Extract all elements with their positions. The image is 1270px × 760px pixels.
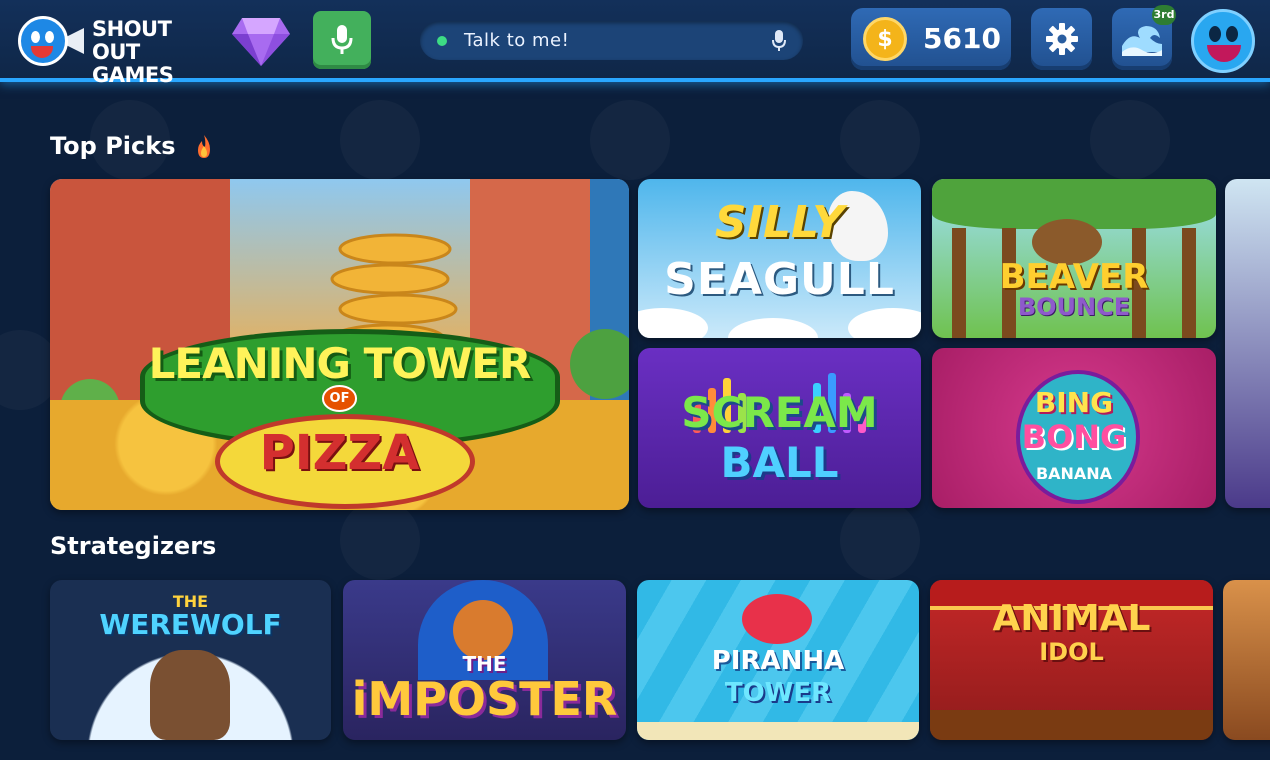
game-title-line3: BANANA: [1035, 464, 1113, 483]
game-title: SCREAM: [681, 388, 878, 437]
game-title: PIRANHA: [711, 646, 845, 676]
game-title-line2: WEREWOLF: [99, 608, 282, 641]
game-title: ANIMAL: [992, 598, 1151, 639]
flame-icon: [197, 135, 210, 158]
game-title-line2: BALL: [720, 438, 839, 487]
game-title-of: OF: [50, 385, 629, 412]
microphone-icon: [771, 29, 787, 57]
game-card-animal-idol[interactable]: ANIMAL IDOL: [930, 580, 1213, 740]
game-title-line2: BONG: [1021, 418, 1127, 456]
coin-balance[interactable]: $ 5610: [851, 8, 1011, 70]
wave-icon: [1122, 26, 1162, 56]
game-card-bing-bong-banana[interactable]: BING BONG BANANA: [932, 348, 1216, 508]
game-card-partial[interactable]: [1223, 580, 1270, 740]
listening-indicator: [437, 36, 447, 46]
game-card-partial[interactable]: [1225, 179, 1270, 508]
settings-button[interactable]: [1031, 8, 1092, 70]
section-title-top-picks: Top Picks: [50, 132, 214, 160]
coin-icon: $: [863, 17, 907, 61]
game-card-the-imposter[interactable]: THE iMPOSTER: [343, 580, 626, 740]
game-title: BING: [1034, 386, 1114, 419]
game-title-line2: BOUNCE: [1017, 293, 1131, 321]
top-bar: SHOUT OUT GAMES Talk to me! $ 5610 3rd: [0, 0, 1270, 87]
microphone-icon: [331, 25, 353, 54]
game-title-pizza: PIZZA: [259, 425, 420, 481]
game-title: BEAVER: [999, 257, 1149, 297]
rank-badge: 3rd: [1152, 5, 1176, 25]
game-title-line2: iMPOSTER: [351, 672, 618, 726]
coin-amount: 5610: [923, 22, 1001, 55]
game-title: SILLY: [714, 197, 845, 248]
game-title: LEANING TOWER: [148, 339, 532, 388]
game-title-line2: IDOL: [1039, 638, 1104, 666]
section-title-strategizers: Strategizers: [50, 532, 217, 560]
avatar[interactable]: [1191, 9, 1255, 73]
game-card-silly-seagull[interactable]: SILLY SEAGULL: [638, 179, 921, 338]
voice-prompt-bar[interactable]: Talk to me!: [420, 21, 803, 60]
microphone-button[interactable]: [313, 11, 371, 69]
gem-icon[interactable]: [230, 12, 292, 68]
game-card-leaning-tower-of-pizza[interactable]: LEANING TOWER OF PIZZA: [50, 179, 629, 510]
game-title-line2: TOWER: [724, 678, 832, 708]
game-card-piranha-tower[interactable]: PIRANHA TOWER: [637, 580, 919, 740]
game-title-line2: SEAGULL: [664, 254, 895, 305]
game-card-beaver-bounce[interactable]: BEAVER BOUNCE: [932, 179, 1216, 338]
logo-text: SHOUT OUT GAMES: [92, 17, 174, 87]
gear-icon: [1045, 23, 1078, 55]
shout-out-games-logo[interactable]: SHOUT OUT GAMES: [18, 10, 218, 87]
mascot-icon: [18, 16, 68, 66]
game-card-scream-ball[interactable]: SCREAM BALL: [638, 348, 921, 508]
game-card-the-werewolf[interactable]: THE WEREWOLF: [50, 580, 331, 740]
talk-prompt-text: Talk to me!: [464, 30, 570, 51]
